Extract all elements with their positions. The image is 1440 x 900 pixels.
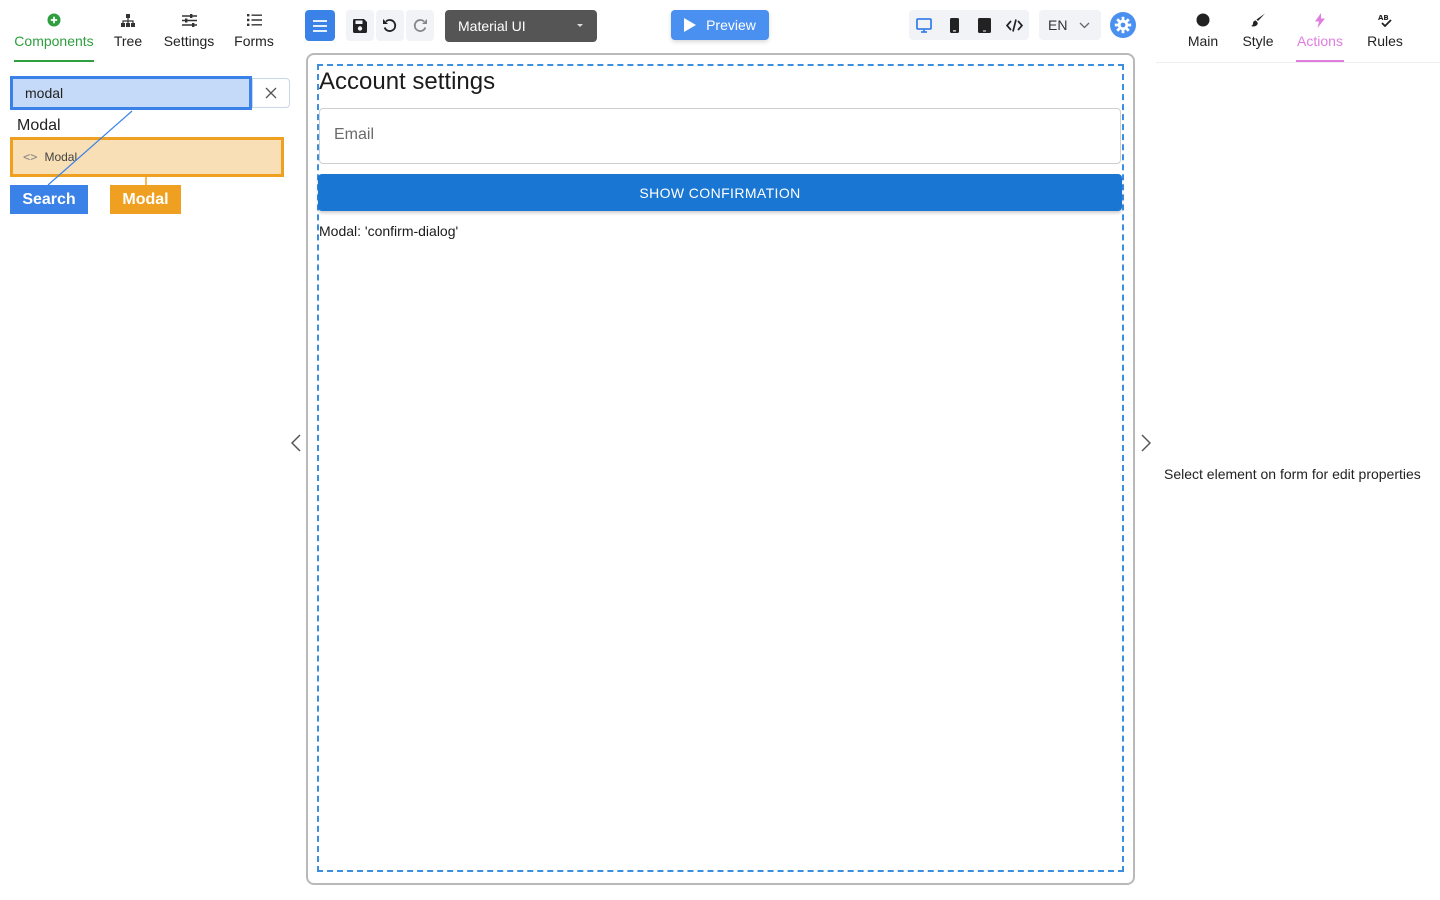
play-icon: [684, 18, 706, 32]
component-item-label: Modal: [44, 150, 78, 164]
redo-icon: [412, 18, 428, 34]
svg-text:AB: AB: [1378, 14, 1389, 22]
tab-settings[interactable]: Settings: [160, 0, 218, 62]
tab-actions-label: Actions: [1297, 33, 1343, 49]
component-item-modal[interactable]: <> Modal: [10, 137, 284, 177]
brush-icon: [1250, 12, 1266, 28]
list-icon: [246, 12, 262, 28]
tab-tree[interactable]: Tree: [110, 0, 146, 62]
show-confirmation-button[interactable]: SHOW CONFIRMATION: [318, 174, 1122, 211]
show-confirmation-button-label: SHOW CONFIRMATION: [639, 184, 801, 201]
email-field-placeholder: Email: [334, 126, 375, 143]
language-select[interactable]: EN: [1039, 10, 1101, 40]
code-view-button[interactable]: [999, 10, 1029, 40]
clear-search-button[interactable]: [252, 78, 290, 108]
properties-empty-message: Select element on form for edit properti…: [1164, 466, 1421, 482]
code-icon: <>: [23, 150, 38, 164]
save-button[interactable]: [346, 10, 374, 41]
modal-placeholder[interactable]: Modal: 'confirm-dialog': [319, 223, 458, 239]
component-group-title: Modal: [17, 117, 61, 134]
spellcheck-icon: AB: [1378, 12, 1393, 28]
form-title[interactable]: Account settings: [319, 68, 495, 96]
hierarchy-icon: [121, 12, 135, 28]
close-icon: [265, 87, 277, 99]
preview-button-label: Preview: [706, 17, 756, 33]
tab-forms[interactable]: Forms: [232, 0, 276, 62]
tab-style-label: Style: [1242, 33, 1274, 49]
code-icon: [1005, 18, 1023, 32]
tab-forms-label: Forms: [234, 33, 274, 49]
search-input[interactable]: [10, 76, 252, 110]
undo-icon: [382, 18, 398, 34]
email-field[interactable]: Email: [319, 108, 1121, 164]
search-hint-label: Search: [10, 185, 88, 214]
floppy-disk-icon: [353, 18, 367, 33]
tablet-view-button[interactable]: [969, 10, 999, 40]
tab-actions[interactable]: Actions: [1296, 0, 1344, 62]
gear-icon: [1114, 16, 1132, 34]
device-switcher: [909, 10, 1029, 40]
menu-button[interactable]: [305, 10, 335, 41]
right-panel-divider: [1156, 62, 1440, 63]
tab-main-label: Main: [1187, 33, 1219, 49]
language-select-value: EN: [1048, 17, 1068, 33]
desktop-icon: [916, 17, 932, 33]
mobile-phone-icon: [949, 17, 959, 33]
tab-components-label: Components: [14, 33, 94, 49]
modal-hint-label: Modal: [110, 185, 181, 214]
desktop-view-button[interactable]: [909, 10, 939, 40]
collapse-right-panel-button[interactable]: [1138, 433, 1154, 453]
chevron-left-icon: [291, 434, 301, 452]
tab-style[interactable]: Style: [1240, 0, 1276, 62]
mobile-view-button[interactable]: [939, 10, 969, 40]
theme-select[interactable]: Material UI: [445, 10, 597, 42]
chevron-right-icon: [1141, 434, 1151, 452]
theme-select-value: Material UI: [458, 18, 526, 34]
redo-button[interactable]: [406, 10, 434, 41]
caret-down-icon: [577, 24, 583, 27]
tab-tree-label: Tree: [113, 33, 143, 49]
component-search: [10, 76, 290, 110]
lightning-icon: [1315, 12, 1325, 28]
chevron-down-icon: [1067, 22, 1090, 29]
undo-button[interactable]: [376, 10, 404, 41]
plus-circle-icon: [47, 12, 61, 28]
hamburger-icon: [313, 19, 327, 32]
tab-main[interactable]: Main: [1186, 0, 1220, 62]
sliders-icon: [181, 12, 197, 28]
collapse-left-panel-button[interactable]: [288, 433, 304, 453]
tab-rules[interactable]: AB Rules: [1366, 0, 1404, 62]
tab-rules-label: Rules: [1367, 33, 1403, 49]
tab-settings-label: Settings: [163, 33, 215, 49]
tab-components[interactable]: Components: [10, 0, 98, 62]
preview-button[interactable]: Preview: [671, 10, 769, 40]
app-settings-button[interactable]: [1110, 12, 1136, 38]
circle-icon: [1196, 12, 1210, 28]
tablet-icon: [977, 17, 991, 33]
